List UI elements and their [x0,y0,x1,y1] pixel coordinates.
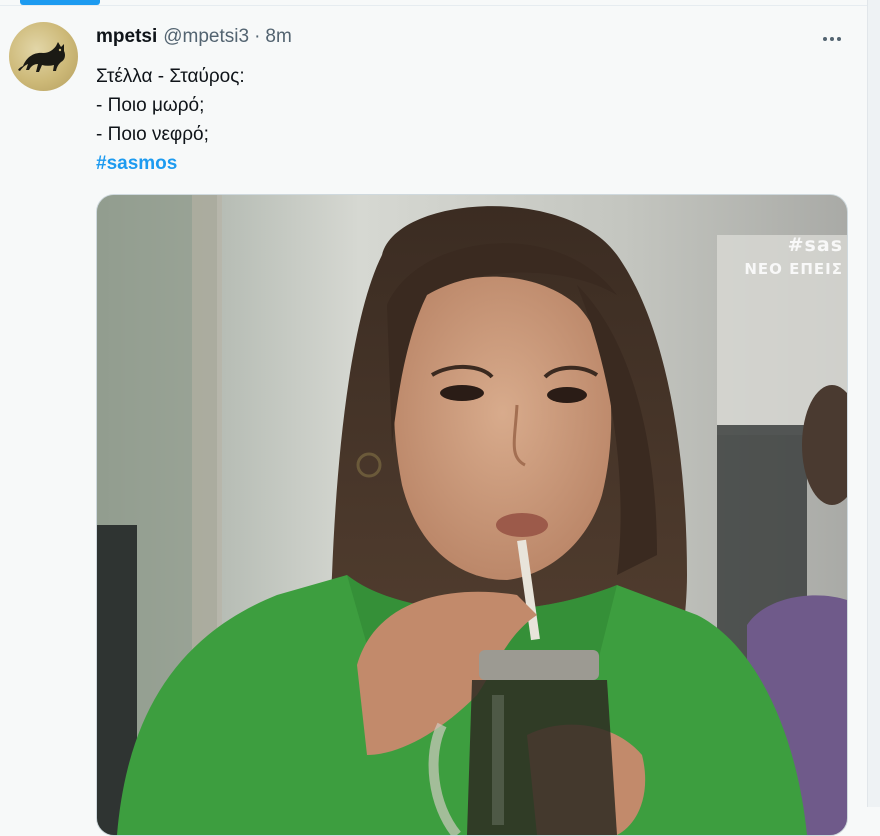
timestamp[interactable]: 8m [265,26,291,48]
display-name[interactable]: mpetsi [96,26,157,48]
hashtag-link[interactable]: #sasmos [96,153,177,174]
watermark-tag: #sas [787,234,843,256]
watermark-subtitle: ΝΕΟ ΕΠΕΙΣ [744,260,843,278]
tweet[interactable]: mpetsi @mpetsi3 · 8m Στέλλα - Σταύρος: -… [0,6,868,836]
scrollbar-track[interactable] [867,0,880,807]
more-options-button[interactable] [812,24,852,54]
tweet-text: Στέλλα - Σταύρος: - Ποιο μωρό; - Ποιο νε… [96,62,796,178]
black-cat-icon [18,42,65,72]
more-options-icon [823,37,827,41]
tweet-text-line: - Ποιο μωρό; [96,95,205,116]
user-handle[interactable]: @mpetsi3 [163,26,249,48]
tv-watermark: #sas ΝΕΟ ΕΠΕΙΣ [744,233,843,281]
media-image [97,195,847,835]
tweet-text-line: Στέλλα - Σταύρος: [96,66,245,87]
tweet-media[interactable]: #sas ΝΕΟ ΕΠΕΙΣ [96,194,848,836]
avatar[interactable] [9,22,78,91]
tweet-text-line: - Ποιο νεφρό; [96,124,209,145]
separator-dot: · [254,26,261,47]
tweet-header: mpetsi @mpetsi3 · 8m [96,26,292,52]
